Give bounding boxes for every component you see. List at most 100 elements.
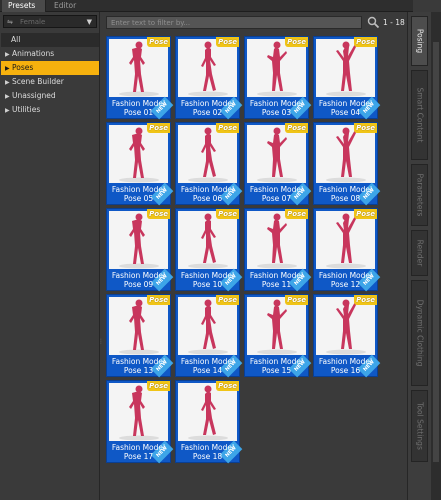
preset-thumbnail (178, 297, 237, 355)
category-item-scene-builder[interactable]: ▶ Scene Builder (1, 75, 99, 89)
preset-name-line1: Fashion Model (180, 357, 235, 366)
category-label: Unassigned (12, 91, 56, 100)
pose-badge: Pose (147, 123, 170, 133)
expand-arrow-icon[interactable]: ▶ (5, 104, 12, 118)
preset-thumbnail (316, 39, 375, 97)
preset-tile[interactable]: Pose NEW Fashion Model Pose 04 (313, 36, 381, 120)
expand-arrow-icon[interactable]: ▶ (5, 62, 12, 76)
panel-tab-bar: Presets Editor (0, 0, 413, 12)
figure-pose-image (119, 41, 159, 97)
preset-name: Fashion Model Pose 05 (107, 185, 170, 203)
preset-tile[interactable]: Pose NEW Fashion Model Pose 18 (175, 380, 243, 464)
category-item-all[interactable]: All (1, 33, 99, 47)
preset-name-line2: Pose 03 (261, 108, 292, 117)
figure-pose-image (188, 385, 228, 441)
pose-badge: Pose (285, 37, 308, 47)
filter-dropdown-value: Female (20, 18, 46, 26)
preset-thumbnail (178, 383, 237, 441)
preset-name-line1: Fashion Model (180, 99, 235, 108)
preset-name-line1: Fashion Model (249, 99, 304, 108)
preset-tile[interactable]: Pose NEW Fashion Model Pose 03 (244, 36, 312, 120)
category-item-poses[interactable]: ▶ Poses (1, 61, 99, 75)
preset-name: Fashion Model Pose 12 (314, 271, 377, 289)
preset-tile[interactable]: Pose NEW Fashion Model Pose 11 (244, 208, 312, 292)
preset-name-line2: Pose 07 (261, 194, 292, 203)
preset-name-line2: Pose 04 (330, 108, 361, 117)
pose-badge: Pose (147, 209, 170, 219)
tab-editor[interactable]: Editor (48, 0, 78, 12)
filter-dropdown[interactable]: ⇋ Female ▼ (3, 15, 97, 28)
preset-tile[interactable]: Pose NEW Fashion Model Pose 09 (106, 208, 174, 292)
figure-pose-image (326, 299, 366, 355)
pose-badge: Pose (354, 37, 377, 47)
search-icon[interactable] (367, 16, 380, 29)
tab-label: Tool Settings (415, 402, 424, 450)
pose-badge: Pose (147, 295, 170, 305)
preset-tile[interactable]: Pose NEW Fashion Model Pose 15 (244, 294, 312, 378)
preset-tile[interactable]: Pose NEW Fashion Model Pose 06 (175, 122, 243, 206)
filter-search-input[interactable]: Enter text to filter by... (106, 16, 362, 29)
category-list: All ▶ Animations ▶ Poses ▶ Scene Builder ▶ U… (1, 33, 99, 117)
chevron-down-icon: ▼ (86, 18, 92, 26)
tab-smart-content[interactable]: Smart Content (411, 70, 428, 160)
category-label: Utilities (12, 105, 41, 114)
figure-pose-image (188, 127, 228, 183)
preset-tile[interactable]: Pose NEW Fashion Model Pose 14 (175, 294, 243, 378)
tab-parameters[interactable]: Parameters (411, 164, 428, 226)
preset-thumbnail (109, 297, 168, 355)
pose-badge: Pose (285, 123, 308, 133)
preset-tile[interactable]: Pose NEW Fashion Model Pose 16 (313, 294, 381, 378)
figure-pose-image (326, 41, 366, 97)
preset-name-line1: Fashion Model (111, 357, 166, 366)
right-scrollbar[interactable] (431, 12, 441, 500)
figure-pose-image (119, 299, 159, 355)
preset-name: Fashion Model Pose 15 (245, 357, 308, 375)
preset-thumbnail (178, 125, 237, 183)
expand-arrow-icon[interactable]: ▶ (5, 76, 12, 90)
result-range: 1 - 18 (383, 18, 405, 27)
preset-tile[interactable]: Pose NEW Fashion Model Pose 12 (313, 208, 381, 292)
preset-thumbnail (109, 383, 168, 441)
figure-pose-image (119, 127, 159, 183)
preset-tile[interactable]: Pose NEW Fashion Model Pose 01 (106, 36, 174, 120)
right-tab-strip: Posing Smart Content Parameters Render D… (407, 12, 441, 500)
preset-tile[interactable]: Pose NEW Fashion Model Pose 13 (106, 294, 174, 378)
category-panel: ⇋ Female ▼ All ▶ Animations ▶ Poses ▶ Scene… (0, 12, 100, 500)
preset-name-line1: Fashion Model (111, 271, 166, 280)
preset-tile[interactable]: Pose NEW Fashion Model Pose 02 (175, 36, 243, 120)
preset-name: Fashion Model Pose 03 (245, 99, 308, 117)
scrollbar-thumb[interactable] (433, 42, 439, 462)
preset-thumbnail (247, 297, 306, 355)
figure-pose-image (257, 299, 297, 355)
pose-badge: Pose (216, 123, 239, 133)
preset-name-line2: Pose 08 (330, 194, 361, 203)
preset-name: Fashion Model Pose 01 (107, 99, 170, 117)
preset-name: Fashion Model Pose 09 (107, 271, 170, 289)
preset-tile[interactable]: Pose NEW Fashion Model Pose 17 (106, 380, 174, 464)
expand-arrow-icon[interactable]: ▶ (5, 48, 12, 62)
preset-tile[interactable]: Pose NEW Fashion Model Pose 10 (175, 208, 243, 292)
tab-label: Posing (415, 28, 424, 54)
category-item-animations[interactable]: ▶ Animations (1, 47, 99, 61)
tab-render[interactable]: Render (411, 230, 428, 276)
tab-tool-settings[interactable]: Tool Settings (411, 390, 428, 462)
panel-splitter-grip[interactable]: ⋮ (98, 338, 104, 348)
preset-name-line2: Pose 12 (330, 280, 361, 289)
expand-arrow-icon[interactable]: ▶ (5, 90, 12, 104)
category-item-utilities[interactable]: ▶ Utilities (1, 103, 99, 117)
pose-badge: Pose (285, 209, 308, 219)
tab-presets[interactable]: Presets (2, 0, 46, 12)
preset-tile[interactable]: Pose NEW Fashion Model Pose 07 (244, 122, 312, 206)
figure-pose-image (257, 41, 297, 97)
preset-name-line2: Pose 09 (123, 280, 154, 289)
preset-name-line1: Fashion Model (180, 185, 235, 194)
preset-tile[interactable]: Pose NEW Fashion Model Pose 05 (106, 122, 174, 206)
preset-tile[interactable]: Pose NEW Fashion Model Pose 08 (313, 122, 381, 206)
category-label: Scene Builder (12, 77, 64, 86)
tab-dynamic-clothing[interactable]: Dynamic Clothing (411, 280, 428, 386)
preset-thumbnail (109, 125, 168, 183)
tab-posing[interactable]: Posing (411, 16, 428, 66)
pose-badge: Pose (354, 295, 377, 305)
pose-badge: Pose (354, 209, 377, 219)
category-item-unassigned[interactable]: ▶ Unassigned (1, 89, 99, 103)
